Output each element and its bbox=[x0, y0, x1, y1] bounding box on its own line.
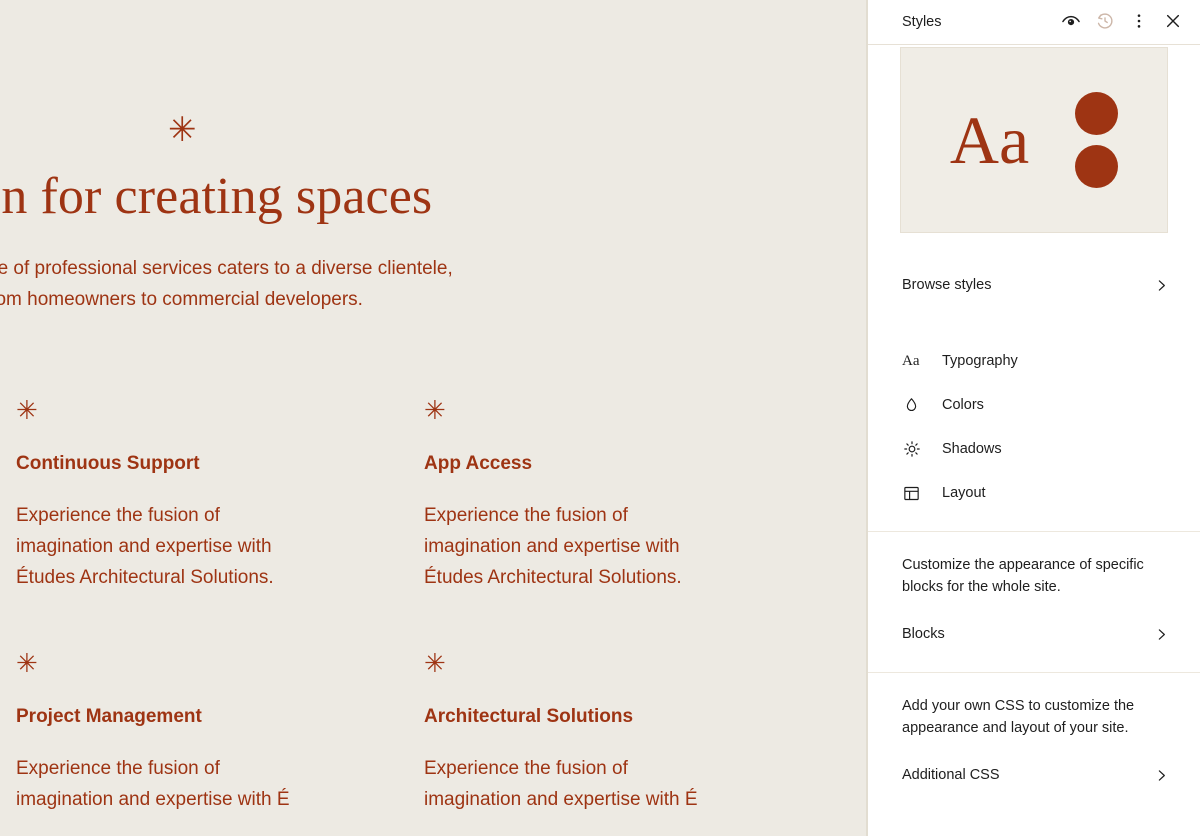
card-title: App Access bbox=[424, 453, 533, 474]
style-preview-swatches bbox=[1075, 92, 1119, 188]
card-asterisk-icon: ✳ bbox=[424, 648, 446, 678]
card-body: Experience the fusion of imagination and… bbox=[16, 758, 290, 810]
feature-card[interactable]: ✳ Continuous Support Experience the fusi… bbox=[0, 396, 310, 593]
style-book-button[interactable] bbox=[1054, 5, 1088, 39]
sidebar-item-layout[interactable]: Layout bbox=[868, 471, 1200, 515]
feature-card[interactable]: ✳ App Access Experience the fusion of im… bbox=[310, 396, 716, 593]
page-title[interactable]: ssion for creating spaces bbox=[0, 166, 860, 228]
style-preview-card[interactable]: Aa bbox=[900, 47, 1168, 233]
card-body: Experience the fusion of imagination and… bbox=[424, 758, 698, 810]
style-categories-section: Aa Typography Colors Shadows Layout bbox=[868, 323, 1200, 532]
color-swatch bbox=[1075, 92, 1119, 135]
styles-panel-header: Styles bbox=[868, 0, 1200, 45]
additional-css-section: Add your own CSS to customize the appear… bbox=[868, 673, 1200, 813]
browse-styles-label: Browse styles bbox=[902, 277, 992, 293]
additional-css-label: Additional CSS bbox=[902, 767, 1000, 783]
sidebar-item-label: Colors bbox=[942, 397, 984, 413]
sidebar-item-colors[interactable]: Colors bbox=[868, 383, 1200, 427]
card-title: Project Management bbox=[16, 706, 202, 727]
sidebar-item-label: Shadows bbox=[942, 441, 1002, 457]
revisions-button[interactable] bbox=[1088, 5, 1122, 39]
revisions-clock-icon bbox=[1094, 10, 1116, 35]
close-icon bbox=[1163, 11, 1183, 34]
shadows-brightness-icon bbox=[902, 439, 926, 459]
style-preview-letters: Aa bbox=[949, 102, 1030, 178]
card-body: Experience the fusion of imagination and… bbox=[16, 505, 274, 588]
feature-card-row: ✳ Project Management Experience the fusi… bbox=[0, 649, 866, 815]
card-asterisk-icon: ✳ bbox=[424, 395, 446, 425]
colors-droplet-icon bbox=[902, 396, 926, 415]
card-title: Architectural Solutions bbox=[424, 706, 634, 727]
chevron-right-icon bbox=[1153, 277, 1170, 294]
hero-subtitle-line-1: suite of professional services caters to… bbox=[0, 258, 453, 279]
sidebar-item-label: Layout bbox=[942, 485, 986, 501]
sidebar-item-typography[interactable]: Aa Typography bbox=[868, 339, 1200, 383]
chevron-right-icon bbox=[1153, 626, 1170, 643]
card-asterisk-icon: ✳ bbox=[16, 648, 38, 678]
layout-icon bbox=[902, 484, 926, 503]
feature-card-row: ✳ Continuous Support Experience the fusi… bbox=[0, 396, 866, 593]
site-editor-screen: ✳ ssion for creating spaces suite of pro… bbox=[0, 0, 1200, 836]
canvas-content: ✳ ssion for creating spaces suite of pro… bbox=[0, 0, 866, 836]
sidebar-item-label: Typography bbox=[942, 353, 1018, 369]
chevron-right-icon bbox=[1153, 767, 1170, 784]
card-body: Experience the fusion of imagination and… bbox=[424, 505, 682, 588]
blocks-description: Customize the appearance of specific blo… bbox=[902, 557, 1144, 595]
sidebar-item-browse-styles[interactable]: Browse styles bbox=[868, 263, 1200, 307]
sidebar-item-blocks[interactable]: Blocks bbox=[868, 612, 1200, 656]
sidebar-item-shadows[interactable]: Shadows bbox=[868, 427, 1200, 471]
hero-subtitle-line-2: g from homeowners to commercial develope… bbox=[0, 289, 363, 310]
sidebar-item-additional-css[interactable]: Additional CSS bbox=[868, 753, 1200, 797]
eye-icon bbox=[1060, 10, 1082, 35]
feature-card[interactable]: ✳ Architectural Solutions Experience the… bbox=[310, 649, 716, 815]
styles-sidebar: Styles Aa Browse styles Aa Typography Co… bbox=[868, 0, 1200, 836]
color-swatch bbox=[1075, 145, 1119, 188]
feature-card-grid: ✳ Continuous Support Experience the fusi… bbox=[0, 396, 866, 836]
browse-styles-section: Browse styles bbox=[868, 247, 1200, 323]
panel-title: Styles bbox=[902, 14, 942, 30]
more-options-button[interactable] bbox=[1122, 5, 1156, 39]
card-title: Continuous Support bbox=[16, 453, 200, 474]
feature-card[interactable]: ✳ Project Management Experience the fusi… bbox=[0, 649, 310, 815]
close-styles-button[interactable] bbox=[1156, 5, 1190, 39]
hero-asterisk-icon: ✳ bbox=[168, 111, 197, 149]
more-vertical-icon bbox=[1129, 11, 1149, 34]
card-asterisk-icon: ✳ bbox=[16, 395, 38, 425]
hero-subtitle[interactable]: suite of professional services caters to… bbox=[0, 253, 628, 315]
site-preview-canvas[interactable]: ✳ ssion for creating spaces suite of pro… bbox=[0, 0, 868, 836]
blocks-section: Customize the appearance of specific blo… bbox=[868, 532, 1200, 673]
css-description: Add your own CSS to customize the appear… bbox=[902, 698, 1135, 736]
typography-icon: Aa bbox=[902, 352, 920, 369]
blocks-label: Blocks bbox=[902, 626, 945, 642]
